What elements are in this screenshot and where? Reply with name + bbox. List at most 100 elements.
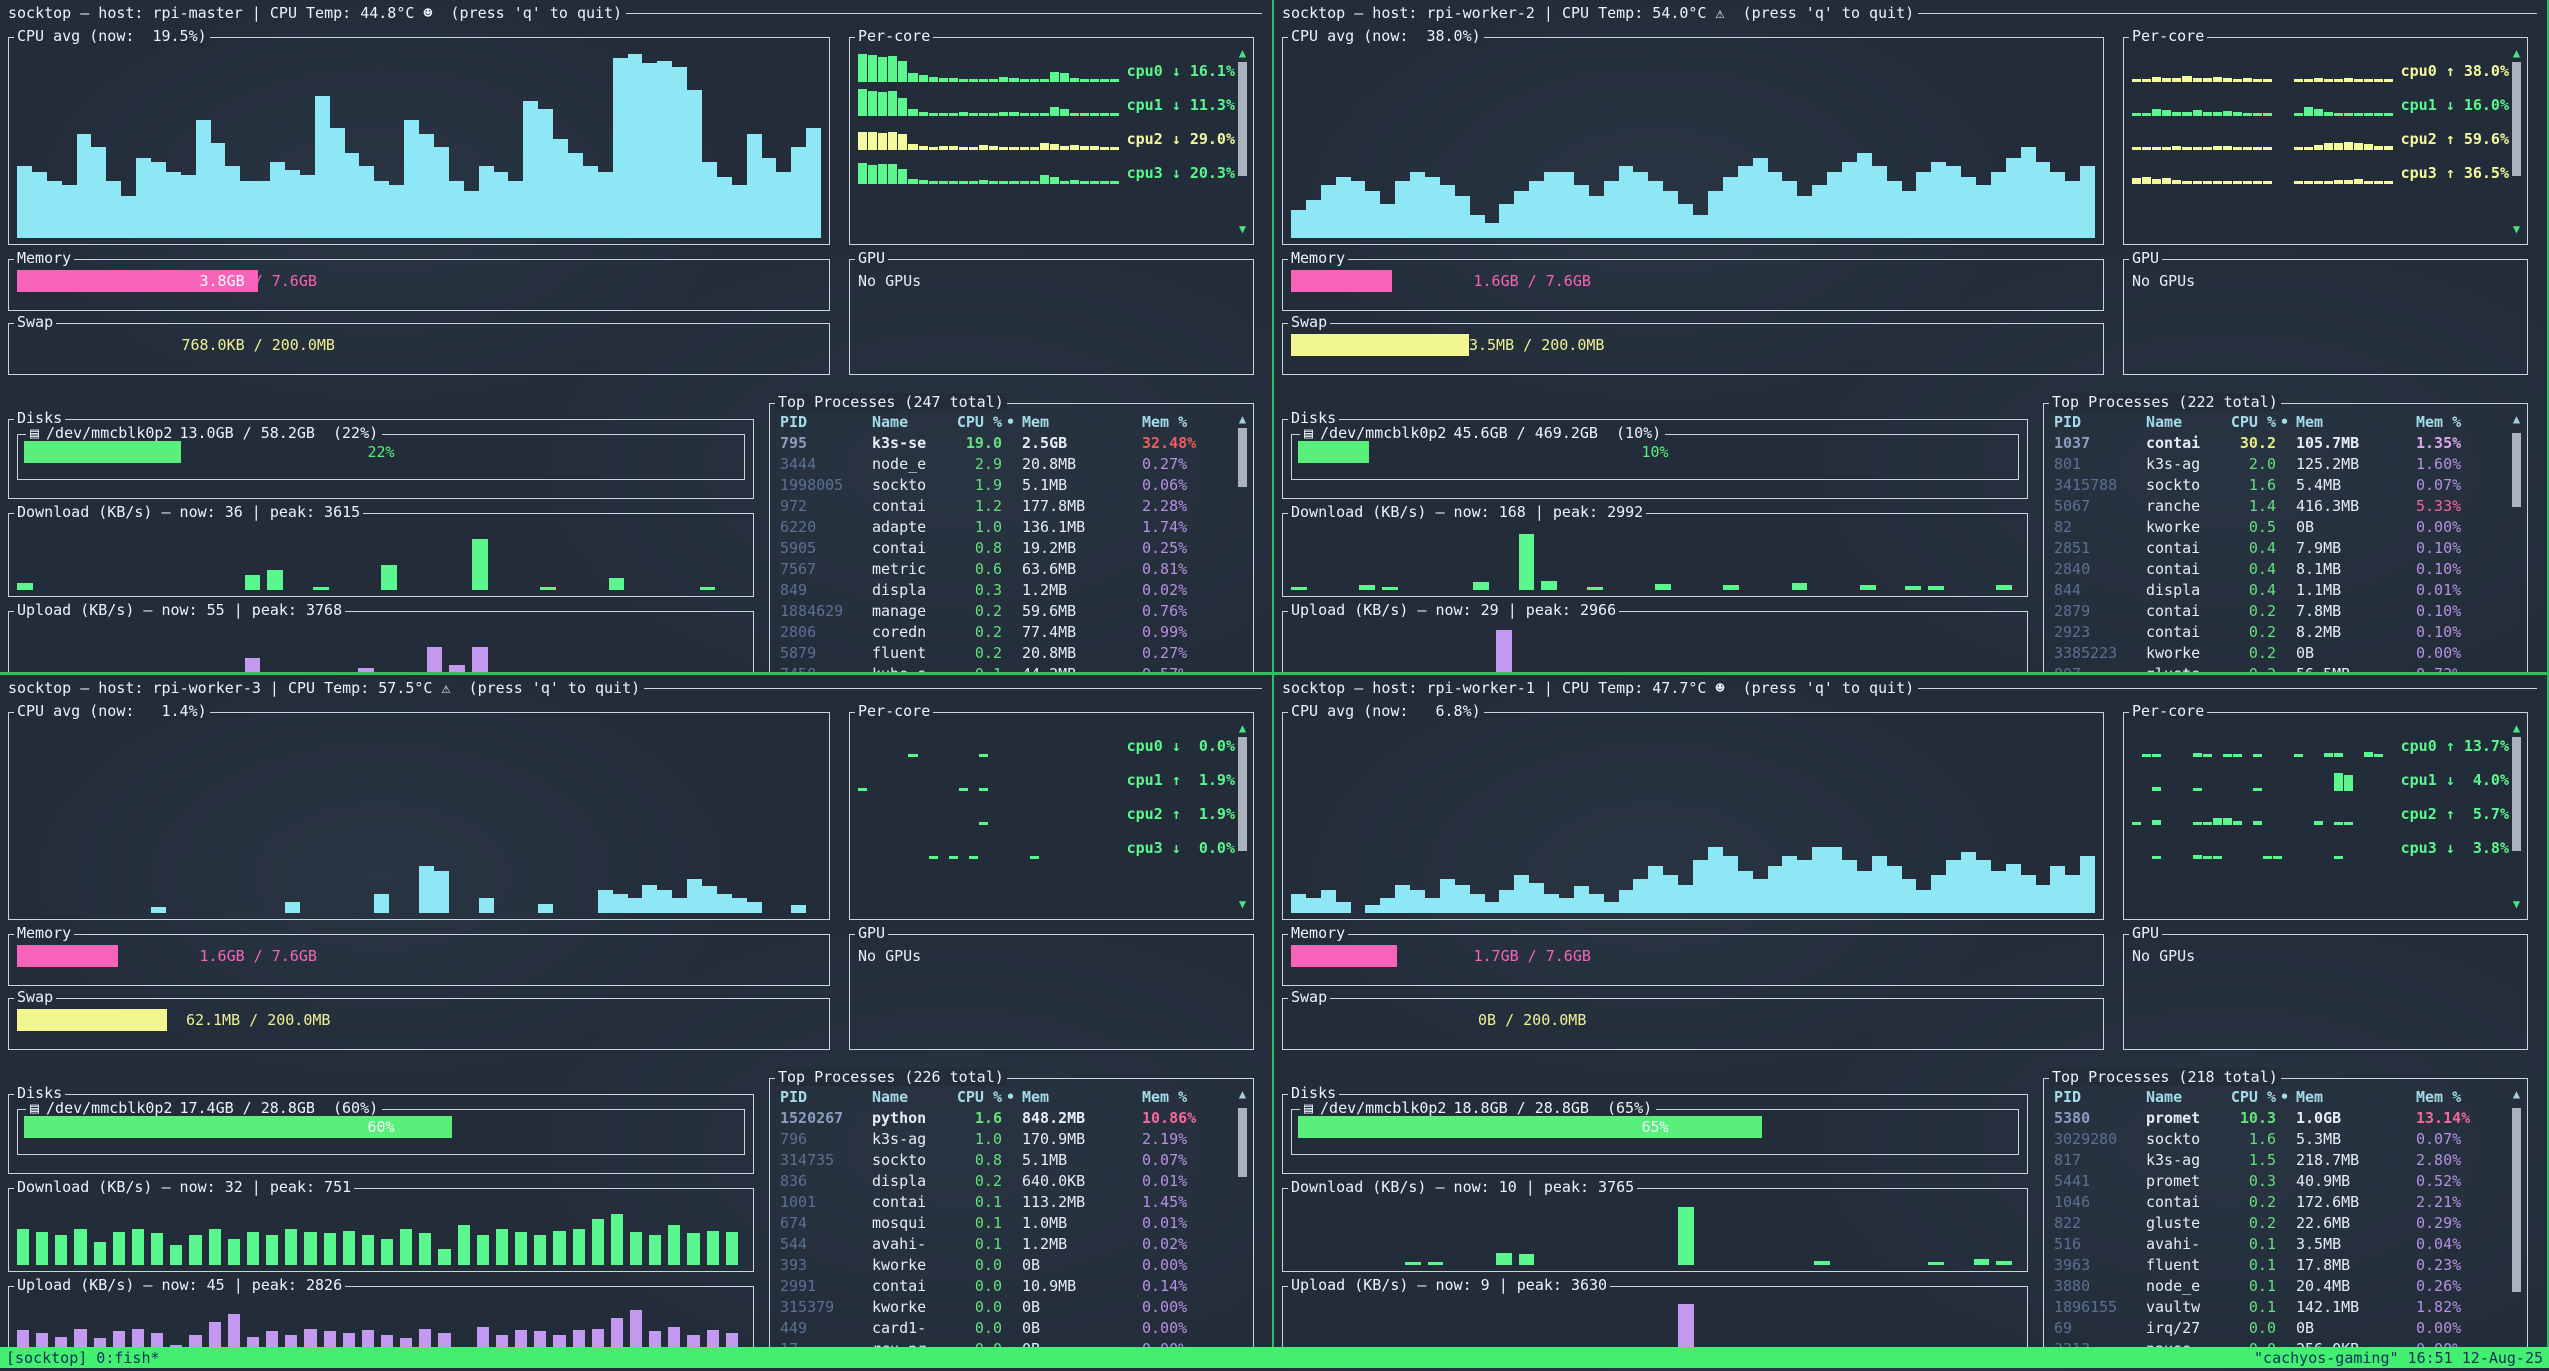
scroll-down-icon[interactable]: ▼ <box>1239 897 1246 911</box>
scroll-up-icon[interactable]: ▲ <box>2513 1087 2520 1101</box>
table-row: 6220adapte1.0136.1MB1.74% <box>780 517 1247 538</box>
chart-bar <box>1473 582 1489 590</box>
chart-bar <box>553 139 568 238</box>
scroll-thumb[interactable] <box>1238 1108 1247 1177</box>
process-scrollbar[interactable]: ▲ ▼ <box>2510 1087 2523 1347</box>
spark-bar <box>2213 818 2222 826</box>
spark-bar <box>1009 78 1018 83</box>
column-header[interactable]: CPU % <box>2224 1087 2280 1108</box>
chart-bar <box>2080 166 2095 238</box>
socktop-pane[interactable]: socktop — host: rpi-master | CPU Temp: 4… <box>0 0 1272 672</box>
table-row: 1896155vaultw0.1142.1MB1.82% <box>2054 1297 2521 1318</box>
core-label: cpu2 ↓ 29.0% <box>1127 128 1235 150</box>
scroll-up-icon[interactable]: ▲ <box>1239 721 1246 735</box>
chart-bar <box>240 181 255 238</box>
cell-name: manage <box>872 601 950 622</box>
column-header[interactable]: • <box>1006 1087 1022 1108</box>
cell-pct: 0.10% <box>2416 622 2521 643</box>
scroll-thumb[interactable] <box>1238 62 1247 176</box>
column-header[interactable]: Mem % <box>1142 412 1247 433</box>
chart-bar <box>672 67 687 238</box>
scroll-up-icon[interactable]: ▲ <box>2513 46 2520 60</box>
column-header[interactable]: CPU % <box>950 1087 1006 1108</box>
column-header[interactable]: Mem % <box>1142 1087 1247 1108</box>
scroll-thumb[interactable] <box>2512 737 2521 851</box>
spark-bar <box>2223 181 2232 184</box>
core-label: cpu2 ↑ 1.9% <box>1127 803 1235 825</box>
percore-scrollbar[interactable]: ▲ ▼ <box>1236 721 1249 911</box>
disks-label: Disks <box>14 1084 65 1102</box>
chart-bar <box>700 587 716 590</box>
column-header[interactable]: Name <box>872 1087 950 1108</box>
cell-pid: 2840 <box>2054 559 2146 580</box>
column-header[interactable]: • <box>2280 412 2296 433</box>
chart-bar <box>438 1333 450 1347</box>
socktop-pane[interactable]: socktop — host: rpi-worker-1 | CPU Temp:… <box>1274 675 2547 1347</box>
scroll-up-icon[interactable]: ▲ <box>2513 721 2520 735</box>
scroll-up-icon[interactable]: ▲ <box>2513 412 2520 426</box>
gpu-label: GPU <box>2129 249 2162 267</box>
socktop-pane[interactable]: socktop — host: rpi-worker-3 | CPU Temp:… <box>0 675 1272 1347</box>
column-header[interactable]: Mem <box>2296 412 2416 433</box>
percore-scrollbar[interactable]: ▲ ▼ <box>1236 46 1249 236</box>
chart-bar <box>534 1331 546 1347</box>
column-header[interactable]: CPU % <box>950 412 1006 433</box>
percore-scrollbar[interactable]: ▲ ▼ <box>2510 721 2523 911</box>
scroll-up-icon[interactable]: ▲ <box>1239 412 1246 426</box>
process-scrollbar[interactable]: ▲ ▼ <box>1236 412 1249 672</box>
core-label: cpu0 ↓ 16.1% <box>1127 60 1235 82</box>
column-header[interactable]: Name <box>872 412 950 433</box>
chart-bar <box>1928 1262 1944 1265</box>
cell-cpu: 0.1 <box>2224 1297 2280 1318</box>
column-header[interactable]: Mem <box>1022 1087 1142 1108</box>
chart-bar <box>2021 875 2036 913</box>
column-header[interactable]: Mem <box>2296 1087 2416 1108</box>
table-row: 1884629manage0.259.6MB0.76% <box>780 601 1247 622</box>
scroll-up-icon[interactable]: ▲ <box>1239 1087 1246 1101</box>
column-header[interactable]: • <box>2280 1087 2296 1108</box>
column-header[interactable]: Name <box>2146 412 2224 433</box>
scroll-thumb[interactable] <box>1238 428 1247 487</box>
scroll-thumb[interactable] <box>1238 737 1247 851</box>
chart-bar <box>583 166 598 238</box>
status-session-window[interactable]: [socktop] 0:fish* <box>6 1349 160 1367</box>
column-header[interactable]: PID <box>780 412 872 433</box>
spark-bar <box>2132 822 2141 825</box>
column-header[interactable]: • <box>1006 412 1022 433</box>
column-header[interactable]: Mem % <box>2416 412 2521 433</box>
scroll-down-icon[interactable]: ▼ <box>2513 897 2520 911</box>
column-header[interactable]: Mem <box>1022 412 1142 433</box>
spark-bar <box>999 77 1008 82</box>
percore-scrollbar[interactable]: ▲ ▼ <box>2510 46 2523 236</box>
spark-bar <box>2172 146 2181 150</box>
column-header[interactable]: CPU % <box>2224 412 2280 433</box>
column-header[interactable]: Name <box>2146 1087 2224 1108</box>
process-scrollbar[interactable]: ▲ ▼ <box>1236 1087 1249 1347</box>
process-table: 1520267python1.6848.2MB10.86%796k3s-ag1.… <box>780 1108 1247 1347</box>
core-sparkline <box>858 154 1121 184</box>
chart-bar <box>374 894 389 913</box>
cell-cpu: 0.0 <box>2224 1318 2280 1339</box>
socktop-pane[interactable]: socktop — host: rpi-worker-2 | CPU Temp:… <box>1274 0 2547 672</box>
memory-gauge: 1.6GB / 7.6GB <box>17 945 499 967</box>
core-label: cpu2 ↑ 59.6% <box>2401 128 2509 150</box>
process-scrollbar[interactable]: ▲ ▼ <box>2510 412 2523 672</box>
spark-bar <box>2294 79 2303 82</box>
scroll-down-icon[interactable]: ▼ <box>1239 222 1246 236</box>
scroll-thumb[interactable] <box>2512 433 2521 507</box>
column-header[interactable]: PID <box>780 1087 872 1108</box>
column-header[interactable]: Mem % <box>2416 1087 2521 1108</box>
scroll-thumb[interactable] <box>2512 62 2521 176</box>
cell-name: mosqui <box>872 1213 950 1234</box>
chart-bar <box>1440 185 1455 238</box>
scroll-up-icon[interactable]: ▲ <box>1239 46 1246 60</box>
spark-bar <box>2263 147 2272 150</box>
column-header[interactable]: PID <box>2054 1087 2146 1108</box>
cell-name: displa <box>872 580 950 601</box>
chart-bar <box>228 1314 240 1348</box>
column-header[interactable]: PID <box>2054 412 2146 433</box>
scroll-thumb[interactable] <box>2512 1108 2521 1293</box>
cell-cpu: 0.2 <box>2224 601 2280 622</box>
scroll-down-icon[interactable]: ▼ <box>2513 222 2520 236</box>
cell-mem: 8.2MB <box>2296 622 2416 643</box>
